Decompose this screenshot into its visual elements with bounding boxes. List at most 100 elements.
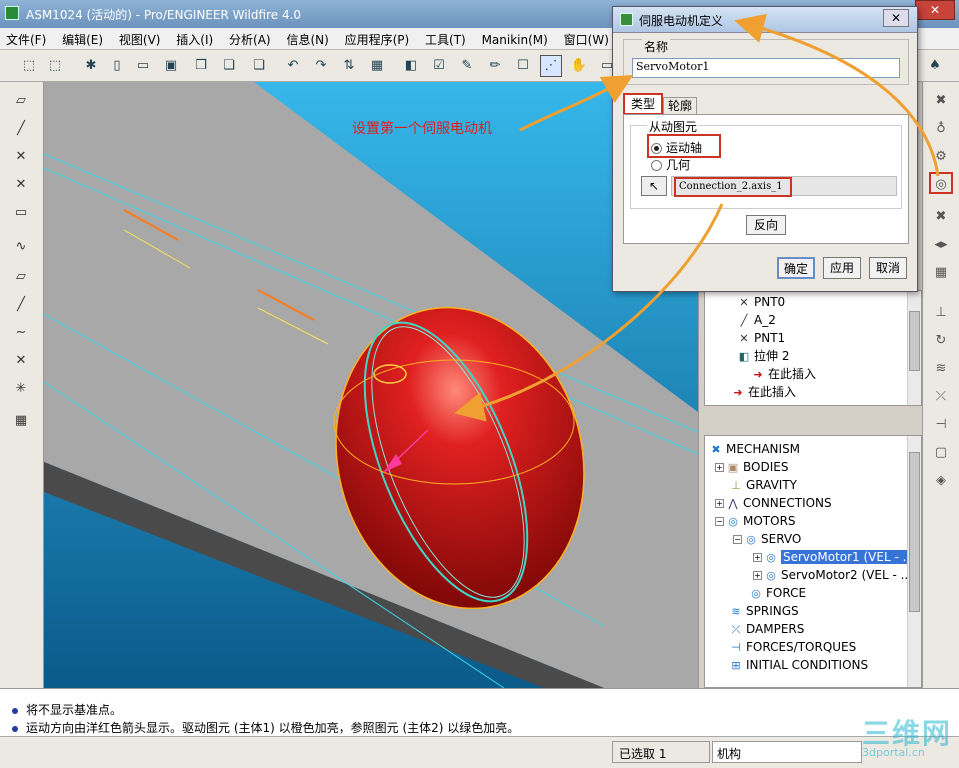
- cam-icon[interactable]: ✖: [929, 206, 953, 228]
- tab-profile[interactable]: 轮廓: [663, 97, 697, 115]
- gravity-tool-icon[interactable]: ♁: [929, 118, 953, 140]
- servo-motor-tool-icon[interactable]: ◎: [929, 172, 953, 194]
- menu-applications[interactable]: 应用程序(P): [339, 28, 416, 51]
- radio-geometry[interactable]: 几何: [651, 156, 690, 173]
- initial-condition-tool-icon[interactable]: ▢: [929, 442, 953, 464]
- apply-button[interactable]: 应用: [823, 257, 861, 279]
- copy-icon[interactable]: ❐: [190, 55, 212, 77]
- regen-icon[interactable]: ✱: [80, 55, 102, 77]
- curve-icon[interactable]: ∼: [8, 322, 34, 344]
- tree-item[interactable]: + ◎ ServoMotor1 (VEL - ...: [753, 548, 917, 566]
- tree-item[interactable]: ◎ FORCE: [749, 584, 806, 602]
- menu-manikin[interactable]: Manikin(M): [476, 30, 554, 50]
- scrollbar[interactable]: [907, 291, 921, 405]
- save-icon[interactable]: ▣: [160, 55, 182, 77]
- mass-property-icon[interactable]: ◈: [929, 470, 953, 492]
- paste-icon[interactable]: ❏: [218, 55, 240, 77]
- tree-item[interactable]: − ◎ MOTORS: [715, 512, 796, 530]
- model-icon[interactable]: ◧: [400, 55, 422, 77]
- radio-motion-axis[interactable]: 运动轴: [651, 139, 702, 156]
- edit-icon[interactable]: ☐: [512, 55, 534, 77]
- notes-icon[interactable]: ✎: [456, 55, 478, 77]
- drag-hand-icon[interactable]: ✋: [568, 55, 590, 77]
- connection-check-icon[interactable]: ✖: [929, 90, 953, 112]
- open-folder-icon[interactable]: ▭: [132, 55, 154, 77]
- menu-view[interactable]: 视图(V): [113, 28, 167, 51]
- datum-csys-icon[interactable]: ✕: [8, 174, 34, 196]
- point-icon[interactable]: ✕: [8, 350, 34, 372]
- tree-item[interactable]: + ⋀ CONNECTIONS: [715, 494, 832, 512]
- menu-tools[interactable]: 工具(T): [419, 28, 472, 51]
- dialog-close-button[interactable]: ✕: [883, 9, 909, 27]
- select-icon[interactable]: ⬚: [18, 55, 40, 77]
- menu-window[interactable]: 窗口(W): [558, 28, 615, 51]
- display-datum-icon[interactable]: ▭: [8, 202, 34, 224]
- tree-item[interactable]: ✖ MECHANISM: [709, 440, 800, 458]
- mechanism-icon[interactable]: ⋰: [540, 55, 562, 77]
- ok-button[interactable]: 确定: [777, 257, 815, 279]
- forces-torques-icon: ⊣: [731, 640, 741, 654]
- servo-motor-icon: ◎: [766, 550, 776, 564]
- arrows-icon[interactable]: ◂▸: [929, 234, 953, 256]
- grid-tool-icon[interactable]: ▦: [929, 262, 953, 284]
- tree-item[interactable]: ➜ 在此插入: [731, 383, 796, 401]
- menu-insert[interactable]: 插入(I): [170, 28, 219, 51]
- tree-item[interactable]: + ◎ ServoMotor2 (VEL - ...: [753, 566, 912, 584]
- plane-icon[interactable]: ▱: [8, 266, 34, 288]
- tree-item[interactable]: + ▣ BODIES: [715, 458, 788, 476]
- driven-entity-label: 从动图元: [647, 118, 700, 135]
- layers-icon[interactable]: ▦: [366, 55, 388, 77]
- select-multi-icon[interactable]: ⬚: [44, 55, 66, 77]
- reference-field[interactable]: Connection_2.axis_1: [671, 176, 897, 197]
- cancel-button[interactable]: 取消: [869, 257, 907, 279]
- selection-filter-dropdown[interactable]: 机构: [712, 741, 862, 763]
- measure-icon[interactable]: ⊥: [929, 302, 953, 324]
- tree-item[interactable]: ✕ PNT0: [737, 293, 785, 311]
- tree-item[interactable]: ⊞ INITIAL CONDITIONS: [729, 656, 868, 674]
- undo-icon[interactable]: ↶: [282, 55, 304, 77]
- tree-item[interactable]: ⤫ DAMPERS: [729, 620, 805, 638]
- reverse-button[interactable]: 反向: [746, 215, 786, 235]
- tree-item[interactable]: ⊥ GRAVITY: [729, 476, 797, 494]
- menu-info[interactable]: 信息(N): [280, 28, 334, 51]
- grid-icon[interactable]: ▦: [8, 410, 34, 432]
- pick-arrow-button[interactable]: ↖: [641, 176, 667, 196]
- datum-point-icon[interactable]: ✕: [8, 146, 34, 168]
- force-torque-tool-icon[interactable]: ⊣: [929, 414, 953, 436]
- window-close-button[interactable]: ✕: [915, 0, 955, 20]
- damper-tool-icon[interactable]: ⤫: [929, 386, 953, 408]
- name-input[interactable]: ServoMotor1: [632, 58, 900, 78]
- force-motor-tool-icon[interactable]: ↻: [929, 330, 953, 352]
- redo-icon[interactable]: ↷: [310, 55, 332, 77]
- datum-axis-icon[interactable]: ╱: [8, 118, 34, 140]
- pencil-icon[interactable]: ✏: [484, 55, 506, 77]
- tree-item[interactable]: ≋ SPRINGS: [729, 602, 798, 620]
- regenerate-icon[interactable]: ⇅: [338, 55, 360, 77]
- tree-item[interactable]: − ◎ SERVO: [733, 530, 801, 548]
- paste-special-icon[interactable]: ❏: [248, 55, 270, 77]
- spade-icon[interactable]: ♠: [924, 55, 946, 77]
- graphics-viewport[interactable]: [44, 82, 698, 688]
- dialog-title-bar[interactable]: 伺服电动机定义 ✕: [613, 7, 917, 33]
- menu-edit[interactable]: 编辑(E): [56, 28, 109, 51]
- tree-item[interactable]: ➜ 在此插入: [751, 365, 816, 383]
- new-file-icon[interactable]: ▯: [106, 55, 128, 77]
- extrude-icon: ◧: [738, 349, 750, 363]
- tab-type[interactable]: 类型: [623, 93, 663, 115]
- datum-plane-icon[interactable]: ▱: [8, 90, 34, 112]
- scrollbar[interactable]: [907, 436, 921, 687]
- gear-icon[interactable]: ⚙: [929, 146, 953, 168]
- tree-item[interactable]: ✕ PNT1: [737, 329, 785, 347]
- menu-file[interactable]: 文件(F): [0, 28, 52, 51]
- tree-item[interactable]: ◧ 拉伸 2: [737, 347, 790, 365]
- axis-icon[interactable]: ╱: [8, 294, 34, 316]
- check-icon[interactable]: ☑: [428, 55, 450, 77]
- tree-item[interactable]: ╱ A_2: [737, 311, 776, 329]
- spring-tool-icon[interactable]: ≋: [929, 358, 953, 380]
- model-tree-panel: ✕ PNT0 ╱ A_2 ✕ PNT1 ◧ 拉伸 2 ➜ 在此插入 ➜ 在此插入: [704, 290, 922, 406]
- tree-item[interactable]: ⊣ FORCES/TORQUES: [729, 638, 856, 656]
- sketch-icon[interactable]: ∿: [8, 236, 34, 258]
- csys-icon[interactable]: ✳: [8, 378, 34, 400]
- datum-point-icon: ✕: [739, 331, 749, 345]
- menu-analysis[interactable]: 分析(A): [223, 28, 277, 51]
